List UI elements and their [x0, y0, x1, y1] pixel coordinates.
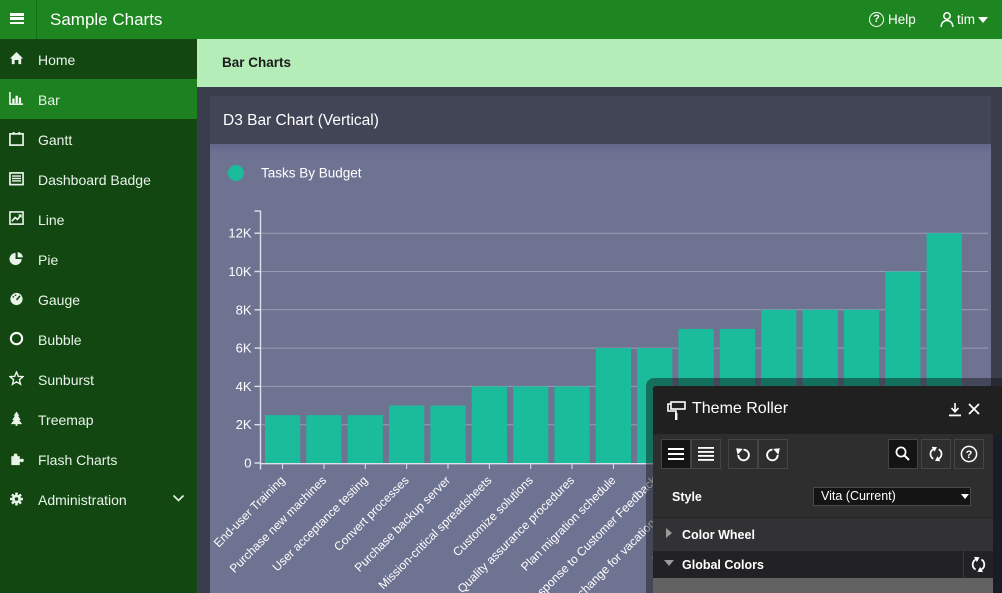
svg-text:?: ? [966, 449, 973, 461]
svg-text:8K: 8K [236, 302, 252, 317]
svg-text:2K: 2K [236, 417, 252, 432]
svg-text:10K: 10K [228, 264, 251, 279]
svg-text:0: 0 [244, 456, 251, 471]
svg-text:6K: 6K [236, 341, 252, 356]
svg-text:12K: 12K [228, 226, 251, 241]
svg-text:Tasks By Budget: Tasks By Budget [261, 166, 362, 181]
svg-text:4K: 4K [236, 379, 252, 394]
